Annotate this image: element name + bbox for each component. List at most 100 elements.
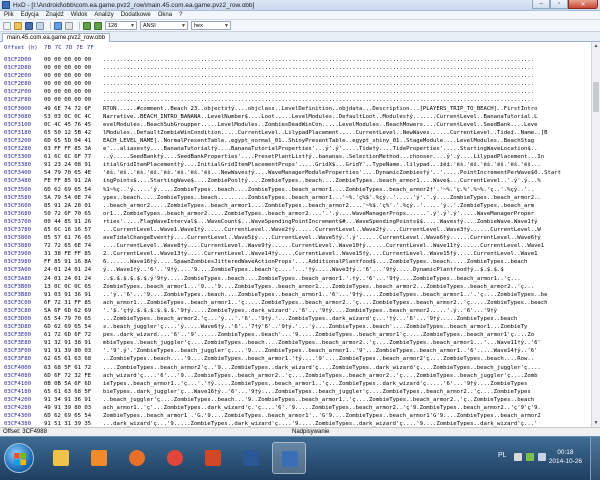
hex-row[interactable]: 03CF3280 03 FF FF 85 3A e'...aliases†ý....… xyxy=(0,145,590,153)
menu-edycja[interactable]: Edycja xyxy=(21,12,39,18)
hex-row[interactable]: 03CF3180 65 50 12 5B 42 lModules..DefaultZ… xyxy=(0,129,590,137)
hex-row[interactable]: 03CF3F80 62 65 61 63 68 ..ZombieTypes..bea… xyxy=(0,355,590,363)
row-hex-bytes[interactable]: 0C 4C 45 76 45 xyxy=(44,121,91,129)
row-text-dump[interactable]: bieTypes..dark_juggler'ç...Wave16†ý..'6'… xyxy=(103,388,590,396)
hex-row[interactable]: 03CF3780 65 6C 16 16 57 ...CurrentLevel..W… xyxy=(0,226,590,234)
row-hex-bytes[interactable]: 0B 0B 5A 6F 6D xyxy=(44,380,91,388)
row-hex-bytes[interactable]: 6F 72 31 FF 85 xyxy=(44,299,91,307)
hex-row[interactable]: 03CF4300 6D 62 69 65 54 ZombieTypes..beach… xyxy=(0,412,590,420)
hex-row[interactable]: 03CF3E80 91 32 91 38 91 mbieTypes..beach_j… xyxy=(0,339,590,347)
row-text-dump[interactable]: ........................................… xyxy=(103,88,590,96)
row-hex-bytes[interactable]: 61 6C 6C 6F 77 xyxy=(44,153,91,161)
go-forward-icon[interactable] xyxy=(94,21,102,30)
hex-editor[interactable]: Offset (h) 7B 7C 7D 7E 7F 03CF2D00 00 00 … xyxy=(0,42,600,427)
row-text-dump[interactable]: ý...Wave1†ý..'6'..'9†ý....'9....ZombieTy… xyxy=(103,266,590,274)
charset-select[interactable]: ANSI ▼ xyxy=(140,21,188,30)
row-hex-bytes[interactable]: 61 72 6D 6F 72 xyxy=(44,331,91,339)
clock[interactable]: 00:18 2014-10-26 xyxy=(549,448,582,466)
maximize-button[interactable]: ▫ xyxy=(550,0,568,9)
row-text-dump[interactable]: Narrative..BEACH_INTRO_BANANA..LevelNumb… xyxy=(103,113,590,121)
hex-row[interactable]: 03CF3580 5A 79 54 0E 74 ypes..beach.....Zo… xyxy=(0,194,590,202)
row-text-dump[interactable]: RTON......#comment..Beach 23..objects†ý.… xyxy=(103,105,590,113)
row-hex-bytes[interactable]: 31 38 FE FF 85 xyxy=(44,250,91,258)
menu-dodatkowe[interactable]: Dodatkowe xyxy=(121,12,151,18)
row-text-dump[interactable]: ...CurrentLevel..Wave1.Wave1†ý......Curr… xyxy=(103,226,590,234)
row-hex-bytes[interactable]: 91 51 31 39 35 xyxy=(44,420,91,427)
row-text-dump[interactable]: ypes..beach.....ZombieTypes..beach......… xyxy=(103,194,590,202)
row-text-dump[interactable]: ....ZombieTypes..beach_armor2'ç..'9...Zo… xyxy=(103,364,590,372)
row-text-dump[interactable]: s..beach_juggler'ç....'ý.....Wave6†ý..'6… xyxy=(103,323,590,331)
row-hex-bytes[interactable]: FE FF 85 91 2A xyxy=(44,177,91,185)
hxd-app-icon[interactable] xyxy=(2,1,10,9)
cut-icon[interactable] xyxy=(65,21,73,30)
hex-row[interactable]: 03CF3E00 61 72 6D 6F 72 pes..dark_wizard..… xyxy=(0,331,590,339)
taskbar-button[interactable] xyxy=(44,442,78,474)
row-hex-bytes[interactable]: 63 68 5F 61 72 xyxy=(44,364,91,372)
row-hex-bytes[interactable]: 6D 6F 72 32 FE xyxy=(44,372,91,380)
row-text-dump[interactable]: ieTypes..beach_armor1..'ç...'.'†ý.....Zo… xyxy=(103,380,590,388)
menu-analizy[interactable]: Analizy xyxy=(94,12,113,18)
row-hex-bytes[interactable]: 6D 65 5D 04 41 xyxy=(44,137,91,145)
row-text-dump[interactable]: '.'$.'ç†ý.$.$.$.$.$.$.'9†ý.....ZombieTyp… xyxy=(103,307,590,315)
start-button[interactable] xyxy=(4,443,34,473)
hex-row[interactable]: 03CF4380 91 51 31 39 35 ...dark_wizard'ç..… xyxy=(0,420,590,427)
scroll-up-icon[interactable]: ▲ xyxy=(592,42,600,50)
row-text-dump[interactable]: ...dark_wizard'ç...'9.....ZombieTypes..d… xyxy=(103,420,590,427)
row-hex-bytes[interactable]: 65 61 63 68 5F xyxy=(44,388,91,396)
tray-arrow-icon[interactable] xyxy=(514,453,522,461)
row-hex-bytes[interactable]: 65 6C 16 16 57 xyxy=(44,226,91,234)
row-hex-bytes[interactable]: 24 01 24 01 24 xyxy=(44,266,91,274)
go-back-icon[interactable] xyxy=(83,21,91,30)
hex-row[interactable]: 03CF2D00 00 00 00 00 00..................… xyxy=(0,56,590,64)
row-text-dump[interactable]: pes..dark_wizard....'6'..'9'......Zombie… xyxy=(103,331,590,339)
taskbar-button[interactable] xyxy=(196,442,230,474)
hex-row[interactable]: 03CF3F00 91 91 39 80 03 '.'9'.ý'.'ZombieTy… xyxy=(0,347,590,355)
row-text-dump[interactable]: ....CurrentLevel..Wave8†ý....CurrentLeve… xyxy=(103,242,590,250)
hex-row[interactable]: 03CF3D80 6D 62 69 65 54 s..beach_juggler'ç… xyxy=(0,323,590,331)
row-hex-bytes[interactable]: 00 00 00 00 00 xyxy=(44,80,91,88)
hex-row[interactable]: 03CF3100 0C 4C 45 76 45 evelModules..Beach… xyxy=(0,121,590,129)
document-tab[interactable]: main.45.com.ea.game.pvz2_row.obb xyxy=(2,33,111,42)
volume-icon[interactable] xyxy=(538,453,546,461)
row-text-dump[interactable]: EACH_LEVEL_NAME]..NormalPresentTable..eg… xyxy=(103,137,590,145)
row-text-dump[interactable]: ach_armor1..'ç'...ZombieTypes..dark_wiza… xyxy=(103,404,590,412)
close-button[interactable]: ✕ xyxy=(568,0,598,9)
hex-row[interactable]: 03CF3900 31 38 FE FF 85 2..CurrentLevel..W… xyxy=(0,250,590,258)
menu-znajdz[interactable]: Znajdź xyxy=(46,12,64,18)
row-hex-bytes[interactable]: 53 03 0C 0C 4C xyxy=(44,113,91,121)
row-text-dump[interactable]: ..$.$.$.$.$.$.ý'9†ý.....ZombieTypes..bea… xyxy=(103,275,590,283)
row-hex-bytes[interactable]: 65 50 12 5B 42 xyxy=(44,129,91,137)
row-hex-bytes[interactable]: 00 00 00 00 00 xyxy=(44,88,91,96)
row-hex-bytes[interactable]: 91 91 39 80 03 xyxy=(44,347,91,355)
row-hex-bytes[interactable]: 91 32 91 38 91 xyxy=(44,339,91,347)
row-hex-bytes[interactable]: 6D 62 69 65 54 xyxy=(44,186,91,194)
row-text-dump[interactable]: ..ZombieTypes..beach....'9....ZombieType… xyxy=(103,355,590,363)
hex-row[interactable]: 03CF3680 50 72 6F 70 65 or1...ZombieTypes.… xyxy=(0,210,590,218)
row-text-dump[interactable]: evelModules..BeachSubGroupper.....LevelM… xyxy=(103,121,590,129)
row-hex-bytes[interactable]: 62 65 61 63 68 xyxy=(44,355,91,363)
hex-row[interactable]: 03CF3A80 24 01 24 01 24 ..$.$.$.$.$.$.ý'9†… xyxy=(0,275,590,283)
row-hex-bytes[interactable]: 91 34 91 36 91 xyxy=(44,396,91,404)
hex-row[interactable]: 03CF4180 65 61 63 68 5F bieTypes..dark_jug… xyxy=(0,388,590,396)
hex-row[interactable]: 03CF3880 72 72 65 6E 74 ....CurrentLevel..… xyxy=(0,242,590,250)
save-icon[interactable] xyxy=(25,21,33,30)
row-hex-bytes[interactable]: 6D 62 69 65 54 xyxy=(44,412,91,420)
hex-row[interactable]: 03CF3700 00 44 85 91 26 rties'.....FlagWav… xyxy=(0,218,590,226)
hex-row[interactable]: 03CF3B00 13 0C 0C 0C 65 ZombieTypes..beach… xyxy=(0,283,590,291)
bytes-per-row-select[interactable]: 128 ▼ xyxy=(105,21,137,30)
row-text-dump[interactable]: %1~%ç..'ý.....'ý.....ZombieTypes..beach.… xyxy=(103,186,590,194)
hex-row[interactable]: 03CF3C00 6F 72 31 FF 85 ach_armor1...Zombi… xyxy=(0,299,590,307)
row-hex-bytes[interactable]: 00 44 85 91 26 xyxy=(44,218,91,226)
hex-row[interactable]: 03CF2E00 00 00 00 00 00..................… xyxy=(0,72,590,80)
save-all-icon[interactable] xyxy=(36,21,44,30)
row-text-dump[interactable]: ..beach_juggler'ç....ZombieTypes..beach.… xyxy=(103,396,590,404)
hex-row[interactable]: 03CF3080 53 03 0C 0C 4C Narrative..BEACH_I… xyxy=(0,113,590,121)
row-hex-bytes[interactable]: 91 03 91 36 91 xyxy=(44,291,91,299)
number-base-select[interactable]: hex ▼ xyxy=(191,21,231,30)
hex-row[interactable]: 03CF3600 85 91 2A 28 01 ..beach_armor2....… xyxy=(0,202,590,210)
row-hex-bytes[interactable]: 49 91 39 80 03 xyxy=(44,404,91,412)
menu-okna[interactable]: Okna xyxy=(158,12,172,18)
row-hex-bytes[interactable]: 00 00 00 00 00 xyxy=(44,56,91,64)
row-text-dump[interactable]: ..'ý..'6'...'9....ZombieTypes..beach....… xyxy=(103,291,590,299)
row-hex-bytes[interactable]: 5A 6F 6D 62 69 xyxy=(44,307,91,315)
